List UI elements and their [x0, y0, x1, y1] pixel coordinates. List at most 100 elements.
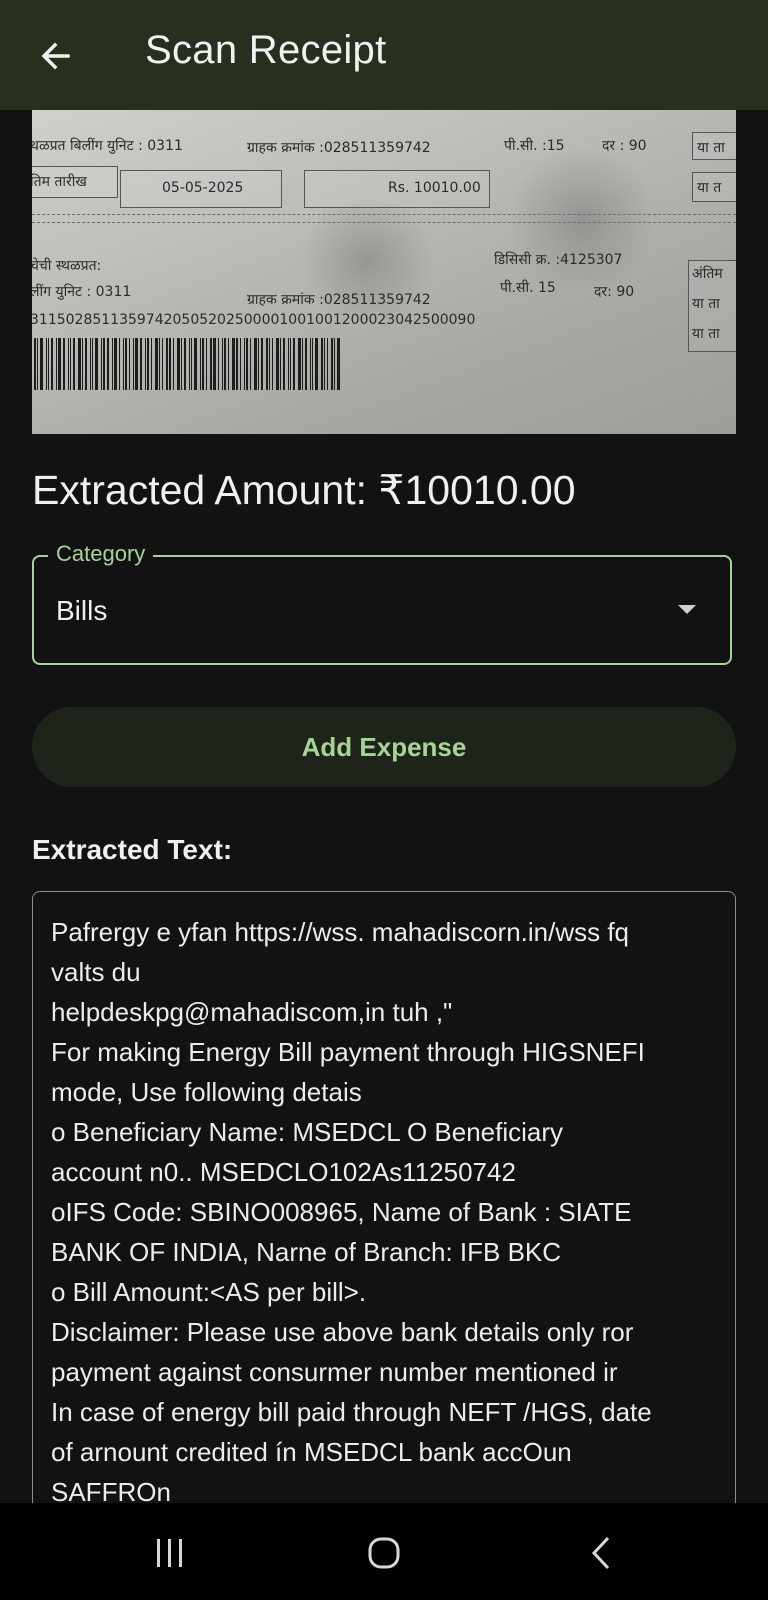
- barcode-stripe: [155, 338, 158, 390]
- barcode-stripe: [254, 338, 257, 390]
- barcode-stripe: [133, 338, 134, 390]
- barcode-stripe: [68, 338, 69, 390]
- barcode-stripe: [293, 338, 295, 390]
- barcode-stripe: [119, 338, 120, 390]
- extracted-text-line: helpdeskpg@mahadiscom,in tuh ,": [51, 997, 453, 1027]
- receipt-text: या ता: [692, 296, 720, 312]
- barcode-stripe: [34, 338, 36, 390]
- extracted-text-line: oIFS Code: SBINO008965, Name of Bank : S…: [51, 1197, 632, 1227]
- barcode-stripe: [90, 338, 91, 390]
- home-icon[interactable]: [354, 1523, 414, 1583]
- extracted-amount: Extracted Amount: ₹10010.00: [32, 467, 576, 513]
- arrow-left-icon[interactable]: [30, 30, 82, 82]
- extracted-text-line: In case of energy bill paid through NEFT…: [51, 1397, 652, 1427]
- barcode-stripe: [107, 338, 109, 390]
- barcode-stripe: [56, 338, 57, 390]
- extracted-text-line: For making Energy Bill payment through H…: [51, 1037, 645, 1067]
- barcode-stripe: [166, 338, 168, 390]
- category-label: Category: [48, 541, 154, 567]
- receipt-text: 05-05-2025: [162, 180, 244, 196]
- barcode-stripe: [261, 338, 263, 390]
- receipt-text: ग्राहक क्रमांक :028511359742: [247, 292, 431, 308]
- barcode-stripe: [288, 338, 289, 390]
- receipt-text: पी.सी. :15: [504, 138, 565, 154]
- barcode-stripe: [140, 338, 142, 390]
- barcode-stripe: [78, 338, 81, 390]
- barcode-stripe: [290, 338, 291, 390]
- barcode-stripe: [213, 338, 216, 390]
- barcode-stripe: [82, 338, 83, 390]
- barcode-stripe: [224, 338, 226, 390]
- barcode-stripe: [222, 338, 223, 390]
- barcode-stripe: [276, 338, 279, 390]
- nav-back-icon[interactable]: [570, 1523, 630, 1583]
- receipt-text: या त: [697, 180, 722, 196]
- barcode-stripe: [169, 338, 171, 390]
- barcode-stripe: [206, 338, 207, 390]
- barcode-number: 3115028511359742050520250000100100120002…: [32, 312, 476, 328]
- barcode-stripe: [210, 338, 212, 390]
- barcode-stripe: [232, 338, 235, 390]
- extracted-text-box[interactable]: Pafrergy e yfan https://wss. mahadiscorn…: [32, 891, 736, 1531]
- barcode-stripe: [240, 338, 241, 390]
- receipt-text: Rs. 10010.00: [388, 180, 481, 196]
- barcode-stripe: [46, 338, 47, 390]
- barcode-stripe: [63, 338, 65, 390]
- barcode-stripe: [189, 338, 190, 390]
- category-dropdown[interactable]: Category Bills: [32, 541, 732, 665]
- receipt-text: पी.सी. 15: [500, 280, 556, 296]
- recents-icon[interactable]: [140, 1523, 200, 1583]
- barcode-stripe: [159, 338, 160, 390]
- barcode-stripe: [114, 338, 117, 390]
- barcode-stripe: [246, 338, 248, 390]
- barcode-stripe: [310, 338, 311, 390]
- barcode-stripe: [266, 338, 268, 390]
- barcode-stripe: [112, 338, 113, 390]
- barcode-stripe: [236, 338, 238, 390]
- extracted-text-line: o Bill Amount:<AS per bill>.: [51, 1277, 367, 1307]
- extracted-text-line: mode, Use following detais: [51, 1077, 362, 1107]
- receipt-text: या ता: [692, 326, 720, 342]
- barcode-stripe: [331, 338, 333, 390]
- barcode-stripe: [194, 338, 197, 390]
- barcode-stripe: [95, 338, 98, 390]
- barcode-stripe: [269, 338, 270, 390]
- barcode-stripe: [129, 338, 130, 390]
- barcode-stripe: [321, 338, 323, 390]
- barcode-stripe: [258, 338, 259, 390]
- barcode-stripe: [324, 338, 325, 390]
- barcode-stripe: [92, 338, 93, 390]
- barcode-stripe: [244, 338, 245, 390]
- barcode-stripe: [334, 338, 335, 390]
- extracted-text-line: o Beneficiary Name: MSEDCL O Beneficiary: [51, 1117, 564, 1147]
- barcode-stripe: [103, 338, 105, 390]
- barcode-stripe: [125, 338, 127, 390]
- barcode-stripe: [337, 338, 340, 390]
- barcode-stripe: [202, 338, 204, 390]
- extracted-text-line: Pafrergy e yfan https://wss. mahadiscorn…: [51, 917, 630, 947]
- receipt-text: दर : 90: [602, 138, 647, 154]
- system-nav-bar: [0, 1503, 768, 1600]
- add-expense-button[interactable]: Add Expense: [32, 707, 736, 787]
- extracted-text-line: BANK OF INDIA, Narne of Branch: IFB BKC: [51, 1237, 562, 1267]
- barcode-stripe: [250, 338, 251, 390]
- receipt-text: थळप्रत बिलींग युनिट : 0311: [32, 138, 183, 154]
- barcode-stripe: [123, 338, 124, 390]
- barcode-stripe: [200, 338, 201, 390]
- page-title: Scan Receipt: [145, 28, 387, 72]
- barcode-stripe: [162, 338, 163, 390]
- barcode-stripe: [191, 338, 192, 390]
- receipt-image: थळप्रत बिलींग युनिट : 0311 ग्राहक क्रमां…: [32, 110, 736, 434]
- app-bar: Scan Receipt: [0, 0, 768, 110]
- receipt-text: चेची स्थळप्रत:: [32, 258, 102, 274]
- extracted-text-line: valts du: [51, 957, 141, 987]
- barcode-image: [34, 338, 404, 390]
- barcode-stripe: [228, 338, 229, 390]
- receipt-text: या ता: [697, 140, 725, 156]
- barcode-stripe: [312, 338, 313, 390]
- barcode-stripe: [298, 338, 301, 390]
- receipt-text: डिसिसी क्र. :4125307: [494, 252, 623, 268]
- barcode-stripe: [305, 338, 307, 390]
- barcode-stripe: [173, 338, 174, 390]
- barcode-stripe: [51, 338, 53, 390]
